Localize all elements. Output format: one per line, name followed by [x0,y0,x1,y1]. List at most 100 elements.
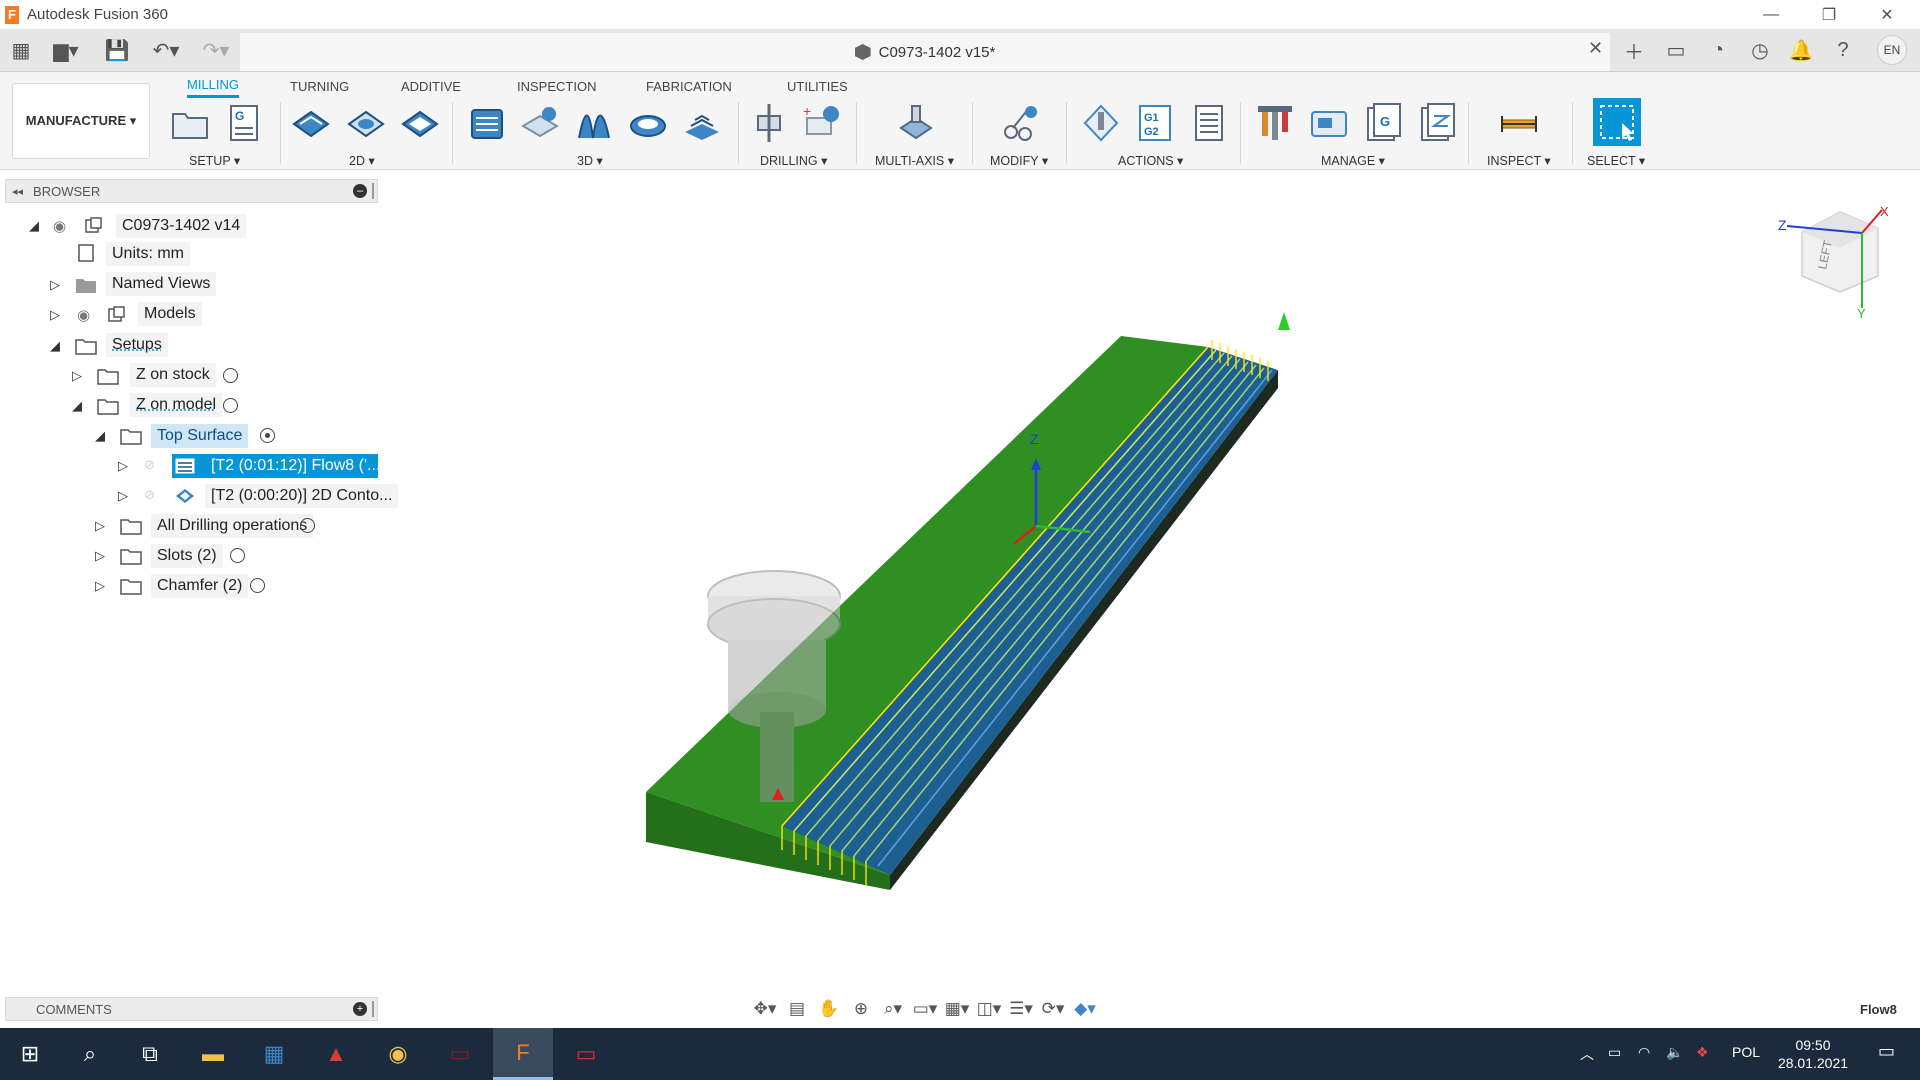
group-inspect[interactable]: INSPECT ▾ [1487,153,1551,168]
notifications-bell-icon[interactable]: 🔔 [1786,35,1816,65]
setup-status-circle-icon[interactable] [223,368,238,383]
visibility-eye-icon[interactable]: ◉ [77,306,99,324]
zoom-icon[interactable]: ⊕ [848,997,874,1021]
tree-setups[interactable]: Setups [106,333,168,357]
tree-chamfer[interactable]: Chamfer (2) [151,574,249,598]
machine-library-icon[interactable] [1307,100,1351,146]
windows-start-icon[interactable]: ⊞ [0,1028,60,1080]
redo-icon[interactable]: ↷▾ [196,37,236,63]
collapse-triangle-icon[interactable]: ◢ [27,218,41,233]
group-modify[interactable]: MODIFY ▾ [990,153,1048,168]
comments-bubble-icon[interactable]: ▭ [1661,35,1691,65]
visibility-eye-icon[interactable]: ◉ [53,217,75,235]
look-at-icon[interactable]: ▤ [784,997,810,1021]
expand-triangle-icon[interactable]: ▷ [70,368,84,383]
tree-flow8-operation[interactable]: [T2 (0:01:12)] Flow8 ('... [205,454,386,478]
file-explorer-icon[interactable]: ▬ [183,1028,243,1080]
drill-icon[interactable] [747,100,791,146]
tree-all-drilling-operations[interactable]: All Drilling operations [151,514,314,538]
setup-sheet-icon[interactable] [1187,100,1231,146]
3d-pocket-icon[interactable] [518,100,562,146]
collapse-browser-icon[interactable]: ◂◂ [12,185,23,198]
folder-status-circle-icon[interactable] [300,518,315,533]
tree-named-views[interactable]: Named Views [106,272,217,296]
3d-adaptive-icon[interactable] [465,100,509,146]
expand-triangle-icon[interactable]: ▷ [116,458,130,473]
folder-status-circle-icon[interactable] [230,548,245,563]
tree-z-on-stock[interactable]: Z on stock [130,363,216,387]
expand-triangle-icon[interactable]: ▷ [93,548,107,563]
3d-canvas[interactable]: Z Z X Y LEFT [380,172,1920,992]
expand-triangle-icon[interactable]: ▷ [93,518,107,533]
multi-axis-contour-icon[interactable] [894,100,938,146]
simulate-icon[interactable] [1079,100,1123,146]
calculator-app-icon[interactable]: ▦ [244,1028,304,1080]
pdf-reader-icon[interactable]: ▲ [306,1028,366,1080]
browser-header[interactable]: ◂◂ BROWSER – [5,179,378,203]
notification-center-icon[interactable]: ▭ [1878,1041,1895,1062]
workspace-switcher[interactable]: MANUFACTURE ▾ [12,83,150,159]
tree-units[interactable]: Units: mm [106,242,190,266]
2d-face-icon[interactable] [398,100,442,146]
collapse-triangle-icon[interactable]: ◢ [48,338,62,353]
pan-hand-icon[interactable]: ✋ [816,997,842,1021]
group-2d[interactable]: 2D ▾ [349,153,375,168]
hole-recognition-icon[interactable]: + [800,100,844,146]
2d-pocket-icon[interactable] [344,100,388,146]
tab-turning[interactable]: TURNING [290,74,349,98]
refresh-view-icon[interactable]: ⟳▾ [1040,997,1066,1021]
tab-fabrication[interactable]: FABRICATION [646,74,732,98]
group-manage[interactable]: MANAGE ▾ [1321,153,1385,168]
data-panel-grid-icon[interactable]: ▦ [8,37,34,63]
tab-utilities[interactable]: UTILITIES [787,74,848,98]
tree-top-surface[interactable]: Top Surface [151,424,249,448]
measure-icon[interactable] [1497,100,1541,146]
close-window-button[interactable]: ✕ [1864,0,1910,29]
folder-status-dot-icon[interactable] [260,428,275,443]
system-clock[interactable]: 09:50 28.01.2021 [1768,1036,1858,1072]
expand-triangle-icon[interactable]: ▷ [116,488,130,503]
fit-zoom-icon[interactable]: ⌕▾ [880,997,906,1021]
collapse-triangle-icon[interactable]: ◢ [70,398,84,413]
group-3d[interactable]: 3D ▾ [577,153,603,168]
wifi-icon[interactable]: ◠ [1638,1044,1650,1061]
2d-adaptive-icon[interactable] [289,100,333,146]
tab-milling[interactable]: MILLING [187,74,240,98]
new-tab-plus-icon[interactable]: ＋ [1619,35,1649,65]
document-tab[interactable]: C0973-1402 v15* [240,33,1610,71]
3d-parallel-icon[interactable] [572,100,616,146]
job-status-clock-icon[interactable]: ◷ [1745,35,1775,65]
file-menu-icon[interactable]: ▆▾ [48,37,84,63]
tree-root-document[interactable]: C0973-1402 v14 [116,214,247,238]
add-comment-icon[interactable]: + [353,1002,367,1016]
help-icon[interactable]: ? [1828,35,1858,65]
tree-slots[interactable]: Slots (2) [151,544,223,568]
group-setup[interactable]: SETUP ▾ [189,153,240,168]
search-icon[interactable]: ⌕ [60,1028,120,1080]
tray-overflow-chevron-icon[interactable]: ︿ [1580,1044,1594,1064]
undo-icon[interactable]: ↶▾ [146,37,186,63]
3d-contour-icon[interactable] [626,100,670,146]
account-avatar[interactable]: EN [1877,35,1907,65]
expand-triangle-icon[interactable]: ▷ [48,307,62,322]
monitor-app-icon[interactable]: ▭ [556,1028,616,1080]
view-cube[interactable]: Z X Y LEFT [1778,204,1889,321]
terminal-app-icon[interactable]: ▭ [430,1028,490,1080]
3d-scallop-icon[interactable] [680,100,724,146]
browser-minimize-icon[interactable]: – [353,184,367,198]
battery-icon[interactable]: ▭ [1608,1044,1621,1061]
group-select[interactable]: SELECT ▾ [1587,153,1645,168]
tree-z-on-model[interactable]: Z on model [130,393,223,417]
expand-triangle-icon[interactable]: ▷ [48,277,62,292]
close-tab-icon[interactable]: ✕ [1588,38,1603,59]
tab-inspection[interactable]: INSPECTION [517,74,596,98]
group-actions[interactable]: ACTIONS ▾ [1118,153,1183,168]
fusion-360-taskbar-icon[interactable]: F [493,1028,553,1080]
post-process-icon[interactable]: G [222,100,266,146]
extensions-icon[interactable]: ◔ [1703,35,1733,65]
grid-snaps-icon[interactable]: ▦▾ [944,997,970,1021]
minimize-button[interactable]: — [1748,0,1794,29]
group-drilling[interactable]: DRILLING ▾ [760,153,827,168]
tool-library-icon[interactable] [1253,100,1297,146]
hidden-toolpath-icon[interactable]: ⊘ [144,457,166,475]
